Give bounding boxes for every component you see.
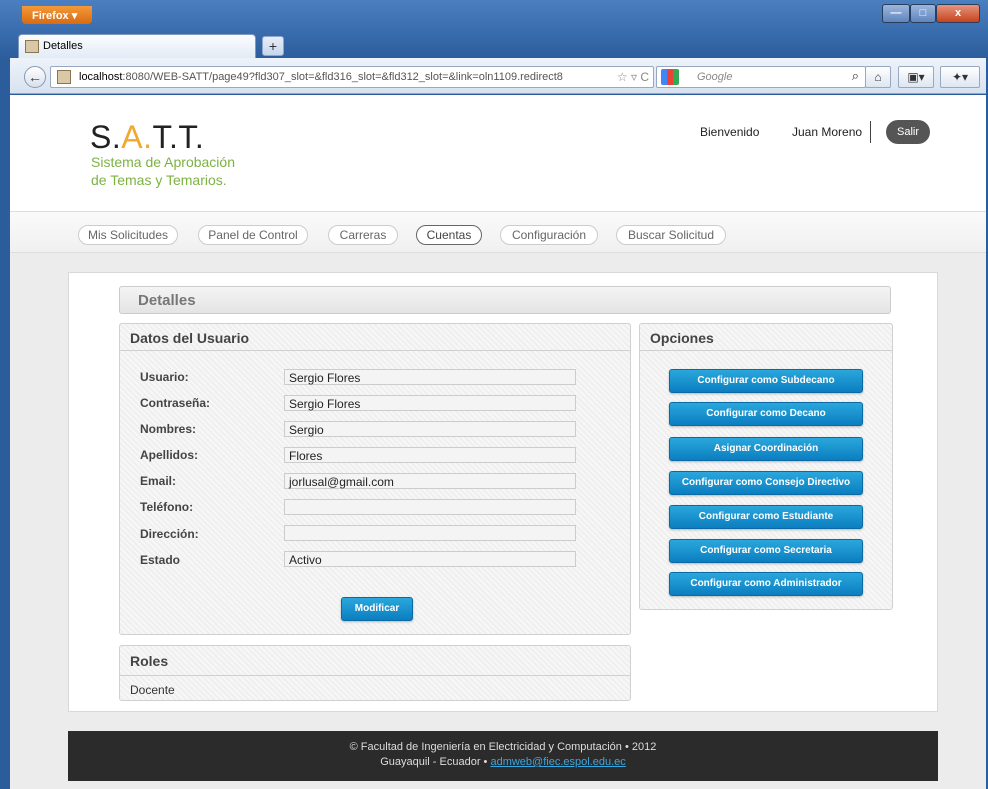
menu-carreras[interactable]: Carreras	[328, 225, 398, 245]
logo-letter: T.	[178, 119, 205, 155]
role-item: Docente	[130, 683, 175, 697]
roles-title: Roles	[120, 646, 630, 676]
site-favicon-icon	[57, 70, 71, 84]
maximize-button[interactable]: □	[910, 4, 936, 23]
url-host: localhost	[79, 71, 123, 83]
email-field[interactable]: jorlusal@gmail.com	[284, 473, 576, 489]
field-label: Dirección:	[140, 527, 199, 541]
tagline-line2: de Temas y Temarios.	[91, 172, 227, 188]
bookmark-star-icon[interactable]: ☆ ▿ C	[612, 70, 649, 84]
welcome-text: Bienvenido	[700, 125, 760, 139]
field-label: Teléfono:	[140, 500, 194, 514]
administrador-button[interactable]: Configurar como Administrador	[669, 572, 863, 596]
google-engine-icon[interactable]	[661, 69, 679, 85]
url-bar[interactable]: localhost:8080/WEB-SATT/page49?fld307_sl…	[50, 66, 654, 88]
logo-letter: S	[90, 119, 112, 155]
footer-city: Guayaquil - Ecuador •	[380, 756, 491, 768]
browser-tab[interactable]: Detalles	[18, 34, 256, 58]
consejo-directivo-button[interactable]: Configurar como Consejo Directivo	[669, 471, 863, 495]
decano-button[interactable]: Configurar como Decano	[669, 402, 863, 426]
page-viewport: S.A.T.T. Sistema de Aprobación de Temas …	[10, 95, 986, 789]
new-tab-button[interactable]: +	[262, 36, 284, 56]
estudiante-button[interactable]: Configurar como Estudiante	[669, 505, 863, 529]
site-header: S.A.T.T. Sistema de Aprobación de Temas …	[10, 95, 986, 211]
footer-location: Guayaquil - Ecuador • admweb@fiec.espol.…	[68, 755, 938, 770]
roles-panel: Roles Docente	[119, 645, 631, 701]
url-path: :8080/WEB-SATT/page49?fld307_slot=&fld31…	[122, 71, 563, 83]
modificar-button[interactable]: Modificar	[341, 597, 413, 621]
nombres-field[interactable]: Sergio	[284, 421, 576, 437]
field-label: Estado	[140, 553, 181, 567]
user-divider	[870, 121, 871, 143]
options-panel: Opciones Configurar como Subdecano Confi…	[639, 323, 893, 610]
logo-dot: .	[111, 119, 122, 155]
direccion-field[interactable]	[284, 525, 576, 541]
footer-copyright: © Facultad de Ingeniería en Electricidad…	[349, 741, 657, 753]
asignar-coordinacion-button[interactable]: Asignar Coordinación	[669, 437, 863, 461]
close-window-button[interactable]: x	[936, 4, 980, 23]
subdecano-button[interactable]: Configurar como Subdecano	[669, 369, 863, 393]
menu-cuentas[interactable]: Cuentas	[416, 225, 482, 245]
main-content: Detalles Datos del Usuario Usuario: Serg…	[68, 272, 938, 712]
options-title: Opciones	[640, 324, 892, 351]
telefono-field[interactable]	[284, 499, 576, 515]
back-arrow-icon[interactable]: ←	[24, 66, 46, 88]
apellidos-field[interactable]: Flores	[284, 447, 576, 463]
navigation-toolbar: ← localhost:8080/WEB-SATT/page49?fld307_…	[10, 58, 986, 94]
title-bar: Firefox ▾ — □ x	[0, 0, 988, 30]
firefox-menu-button[interactable]: Firefox ▾	[22, 6, 92, 24]
field-label: Nombres:	[140, 422, 197, 436]
logout-button[interactable]: Salir	[886, 120, 930, 144]
contrasena-field[interactable]: Sergio Flores	[284, 395, 576, 411]
tagline-line1: Sistema de Aprobación	[91, 154, 235, 170]
usuario-field[interactable]: Sergio Flores	[284, 369, 576, 385]
page-title: Detalles	[119, 286, 891, 314]
logo-letter-accent: A	[121, 119, 144, 155]
home-icon[interactable]: ⌂	[865, 66, 891, 88]
field-label: Usuario:	[140, 370, 189, 384]
menu-buscar-solicitud[interactable]: Buscar Solicitud	[616, 225, 726, 245]
field-label: Apellidos:	[140, 448, 199, 462]
page-favicon-icon	[25, 40, 39, 53]
main-menu: Mis Solicitudes Panel de Control Carrera…	[10, 211, 986, 253]
search-icon[interactable]: ⌕	[852, 68, 859, 84]
menu-mis-solicitudes[interactable]: Mis Solicitudes	[78, 225, 178, 245]
search-placeholder: Google	[697, 71, 733, 83]
site-tagline: Sistema de Aprobación de Temas y Temario…	[91, 153, 235, 189]
estado-field[interactable]: Activo	[284, 551, 576, 567]
user-data-panel: Datos del Usuario Usuario: Sergio Flores…	[119, 323, 631, 635]
browser-window: Firefox ▾ — □ x Detalles + ← localhost:8…	[0, 0, 988, 789]
minimize-button[interactable]: —	[882, 4, 910, 23]
menu-configuracion[interactable]: Configuración	[500, 225, 598, 245]
tab-title: Detalles	[43, 40, 83, 52]
user-data-title: Datos del Usuario	[120, 324, 630, 351]
menu-panel-de-control[interactable]: Panel de Control	[198, 225, 308, 245]
site-footer: © Facultad de Ingeniería en Electricidad…	[68, 731, 938, 781]
search-bar[interactable]: Google ⌕	[656, 66, 866, 88]
bookmarks-menu-icon[interactable]: ▣▾	[898, 66, 934, 88]
secretaria-button[interactable]: Configurar como Secretaria	[669, 539, 863, 563]
logo-letter: T.	[152, 119, 179, 155]
footer-email-link[interactable]: admweb@fiec.espol.edu.ec	[490, 756, 625, 768]
addon-icon[interactable]: ✦▾	[940, 66, 980, 88]
field-label: Email:	[140, 474, 177, 488]
satt-logo[interactable]: S.A.T.T.	[90, 119, 204, 156]
user-name: Juan Moreno	[792, 125, 863, 139]
field-label: Contraseña:	[140, 396, 211, 410]
